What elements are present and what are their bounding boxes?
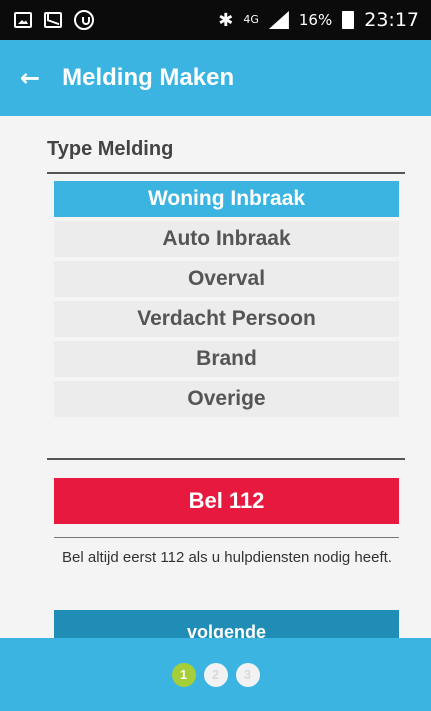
- clock: 23:17: [364, 9, 419, 31]
- type-option-brand[interactable]: Brand: [54, 341, 399, 377]
- divider-top: [47, 172, 405, 174]
- back-arrow-icon[interactable]: ←: [20, 64, 40, 92]
- step-1-indicator[interactable]: 1: [171, 662, 196, 687]
- signal-icon: [268, 11, 289, 29]
- step-2-indicator[interactable]: 2: [203, 662, 228, 687]
- type-option-verdacht-persoon[interactable]: Verdacht Persoon: [54, 301, 399, 337]
- divider-info: [54, 537, 399, 538]
- network-type: 4G: [243, 13, 259, 26]
- type-option-woning-inbraak[interactable]: Woning Inbraak: [54, 181, 399, 217]
- status-bar: ✱ 4G 16% 23:17: [0, 0, 431, 40]
- type-option-overval[interactable]: Overval: [54, 261, 399, 297]
- section-title: Type Melding: [47, 138, 174, 160]
- next-button[interactable]: volgende: [54, 610, 399, 638]
- step-3-indicator[interactable]: 3: [235, 662, 260, 687]
- battery-icon: [342, 11, 355, 29]
- call-112-button[interactable]: Bel 112: [54, 478, 399, 524]
- battery-percentage: 16%: [298, 11, 333, 29]
- main-content: Type Melding Woning Inbraak Auto Inbraak…: [0, 116, 431, 638]
- type-option-auto-inbraak[interactable]: Auto Inbraak: [54, 221, 399, 257]
- app-bar: ← Melding Maken: [0, 40, 431, 116]
- status-bar-right: ✱ 4G 16% 23:17: [218, 9, 419, 31]
- bluetooth-icon: ✱: [218, 9, 234, 31]
- mail-icon: [44, 12, 62, 28]
- status-bar-left: [14, 10, 94, 30]
- type-option-overige[interactable]: Overige: [54, 381, 399, 417]
- type-list: Woning Inbraak Auto Inbraak Overval Verd…: [54, 181, 399, 421]
- sync-icon: [74, 10, 94, 30]
- divider-bottom: [47, 458, 405, 460]
- info-text: Bel altijd eerst 112 als u hulpdiensten …: [62, 549, 392, 566]
- page-title: Melding Maken: [62, 64, 235, 91]
- step-indicator-bar: 1 2 3: [0, 638, 431, 711]
- image-icon: [14, 12, 32, 28]
